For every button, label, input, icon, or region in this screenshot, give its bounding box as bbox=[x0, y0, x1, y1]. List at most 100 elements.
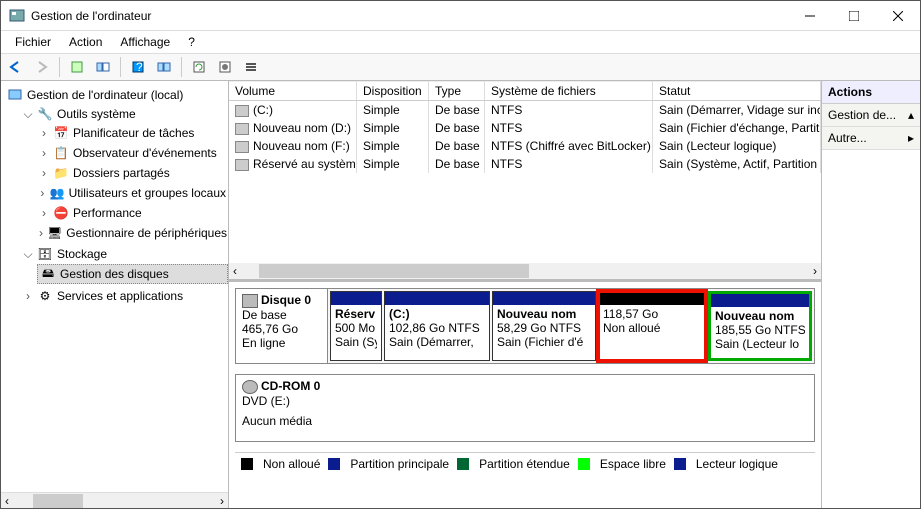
disk-icon bbox=[242, 294, 258, 308]
actions-item-1[interactable]: Gestion de... ▴ bbox=[822, 104, 920, 127]
disk-0-size: 465,76 Go bbox=[242, 322, 321, 336]
tree-item-icon: 👥 bbox=[50, 185, 65, 201]
computer-icon bbox=[7, 87, 23, 103]
help-button[interactable]: ? bbox=[127, 56, 149, 78]
partition[interactable]: 118,57 GoNon alloué bbox=[598, 291, 706, 361]
settings-button[interactable] bbox=[214, 56, 236, 78]
services-icon: ⚙ bbox=[37, 288, 53, 304]
disk-0-partitions: Réserv500 MoSain (Sy(C:)102,86 Go NTFSSa… bbox=[328, 289, 814, 363]
tree-item[interactable]: ›📁Dossiers partagés bbox=[37, 164, 228, 182]
col-volume[interactable]: Volume bbox=[229, 81, 357, 100]
disk-icon: 🖴 bbox=[40, 266, 56, 282]
expander-icon[interactable]: › bbox=[23, 289, 33, 303]
tree-item[interactable]: › 🖥 Gestionnaire de périphériques bbox=[37, 224, 228, 242]
partition[interactable]: Nouveau nom58,29 Go NTFSSain (Fichier d'… bbox=[492, 291, 596, 361]
volume-row[interactable]: Réservé au systèmeSimpleDe baseNTFSSain … bbox=[229, 155, 821, 173]
tree-item[interactable]: ›📅Planificateur de tâches bbox=[37, 124, 228, 142]
main-area: Gestion de l'ordinateur (local) ⌵ 🔧 Outi… bbox=[1, 81, 920, 508]
col-fs[interactable]: Système de fichiers bbox=[485, 81, 653, 100]
tree-disk-management[interactable]: 🖴 Gestion des disques bbox=[37, 264, 228, 284]
actions-item-2-label: Autre... bbox=[828, 131, 867, 145]
tree-system-tools[interactable]: ⌵ 🔧 Outils système bbox=[21, 105, 228, 123]
menu-bar: Fichier Action Affichage ? bbox=[1, 31, 920, 53]
volume-header: Volume Disposition Type Système de fichi… bbox=[229, 81, 821, 101]
tree-item-icon: ⛔ bbox=[53, 205, 69, 221]
list-button[interactable] bbox=[240, 56, 262, 78]
toolbar: ? bbox=[1, 53, 920, 81]
menu-action[interactable]: Action bbox=[61, 33, 110, 51]
disk-0-info: Disque 0 De base 465,76 Go En ligne bbox=[236, 289, 328, 363]
menu-file[interactable]: Fichier bbox=[7, 33, 59, 51]
expander-icon[interactable]: › bbox=[39, 206, 49, 220]
disk-0-row[interactable]: Disque 0 De base 465,76 Go En ligne Rése… bbox=[235, 288, 815, 364]
collapse-icon: ▴ bbox=[908, 108, 914, 122]
menu-help[interactable]: ? bbox=[180, 33, 203, 51]
expander-icon[interactable]: › bbox=[39, 226, 43, 240]
tree-item-label: Utilisateurs et groupes locaux bbox=[69, 186, 226, 200]
col-type[interactable]: Type bbox=[429, 81, 485, 100]
legend-swatch-free bbox=[578, 458, 590, 470]
tree-item-icon: 📅 bbox=[53, 125, 69, 141]
partition[interactable]: Réserv500 MoSain (Sy bbox=[330, 291, 382, 361]
refresh-button[interactable] bbox=[188, 56, 210, 78]
tree-pane: Gestion de l'ordinateur (local) ⌵ 🔧 Outi… bbox=[1, 81, 229, 508]
cdrom-row[interactable]: CD-ROM 0 DVD (E:) Aucun média bbox=[235, 374, 815, 442]
forward-button[interactable] bbox=[31, 56, 53, 78]
expander-icon[interactable]: › bbox=[39, 166, 49, 180]
disk-0-name: Disque 0 bbox=[261, 293, 311, 307]
back-button[interactable] bbox=[5, 56, 27, 78]
disk-0-type: De base bbox=[242, 308, 321, 322]
expander-icon[interactable]: › bbox=[39, 146, 49, 160]
actions-item-2[interactable]: Autre... ▸ bbox=[822, 127, 920, 150]
expander-icon[interactable]: › bbox=[39, 126, 49, 140]
tree-item-icon: 🖥 bbox=[47, 225, 62, 241]
window-title: Gestion de l'ordinateur bbox=[31, 9, 788, 23]
legend-extended: Partition étendue bbox=[479, 457, 570, 471]
tree-root-label: Gestion de l'ordinateur (local) bbox=[27, 88, 183, 102]
tree-item-icon: 📋 bbox=[53, 145, 69, 161]
legend-swatch-logical bbox=[674, 458, 686, 470]
up-button[interactable] bbox=[66, 56, 88, 78]
legend-swatch-unallocated bbox=[241, 458, 253, 470]
center-pane: Volume Disposition Type Système de fichi… bbox=[229, 81, 822, 508]
cdrom-type: DVD (E:) bbox=[242, 394, 808, 408]
legend: Non alloué Partition principale Partitio… bbox=[235, 452, 815, 475]
show-hide-tree-button[interactable] bbox=[92, 56, 114, 78]
tree-services[interactable]: › ⚙ Services et applications bbox=[21, 287, 228, 305]
tree-item[interactable]: ›⛔Performance bbox=[37, 204, 228, 222]
disk-graphical-view: Disque 0 De base 465,76 Go En ligne Rése… bbox=[229, 279, 821, 508]
close-button[interactable] bbox=[876, 1, 920, 31]
partition-cap bbox=[711, 294, 809, 307]
menu-view[interactable]: Affichage bbox=[112, 33, 178, 51]
col-layout[interactable]: Disposition bbox=[357, 81, 429, 100]
volume-row[interactable]: Nouveau nom (D:)SimpleDe baseNTFSSain (F… bbox=[229, 119, 821, 137]
expander-icon[interactable]: › bbox=[39, 186, 46, 200]
col-status[interactable]: Statut bbox=[653, 81, 821, 100]
tree-storage[interactable]: ⌵ 🗄 Stockage bbox=[21, 245, 228, 263]
actions-item-1-label: Gestion de... bbox=[828, 108, 896, 122]
tree-item-label: Gestionnaire de périphériques bbox=[66, 226, 227, 240]
properties-button[interactable] bbox=[153, 56, 175, 78]
partition[interactable]: Nouveau nom185,55 Go NTFSSain (Lecteur l… bbox=[708, 291, 812, 361]
partition[interactable]: (C:)102,86 Go NTFSSain (Démarrer, bbox=[384, 291, 490, 361]
tree-item[interactable]: › 👥 Utilisateurs et groupes locaux bbox=[37, 184, 228, 202]
title-bar: Gestion de l'ordinateur bbox=[1, 1, 920, 31]
volumes-scrollbar[interactable]: ‹› bbox=[229, 263, 821, 279]
expander-icon[interactable]: ⌵ bbox=[23, 107, 33, 122]
expander-icon[interactable]: ⌵ bbox=[23, 247, 33, 262]
tools-icon: 🔧 bbox=[37, 106, 53, 122]
maximize-button[interactable] bbox=[832, 1, 876, 31]
chevron-right-icon: ▸ bbox=[908, 131, 914, 145]
tree-scrollbar[interactable]: ‹› bbox=[1, 492, 228, 508]
minimize-button[interactable] bbox=[788, 1, 832, 31]
actions-header: Actions bbox=[822, 81, 920, 104]
tree-root[interactable]: Gestion de l'ordinateur (local) bbox=[5, 86, 228, 104]
volume-row[interactable]: (C:)SimpleDe baseNTFSSain (Démarrer, Vid… bbox=[229, 101, 821, 119]
cdrom-name: CD-ROM 0 bbox=[261, 379, 320, 393]
partition-cap bbox=[331, 292, 381, 305]
cdrom-info: CD-ROM 0 DVD (E:) Aucun média bbox=[236, 375, 814, 441]
volume-row[interactable]: Nouveau nom (F:)SimpleDe baseNTFS (Chiff… bbox=[229, 137, 821, 155]
legend-swatch-primary bbox=[328, 458, 340, 470]
tree-item[interactable]: ›📋Observateur d'événements bbox=[37, 144, 228, 162]
drive-icon bbox=[235, 141, 249, 153]
